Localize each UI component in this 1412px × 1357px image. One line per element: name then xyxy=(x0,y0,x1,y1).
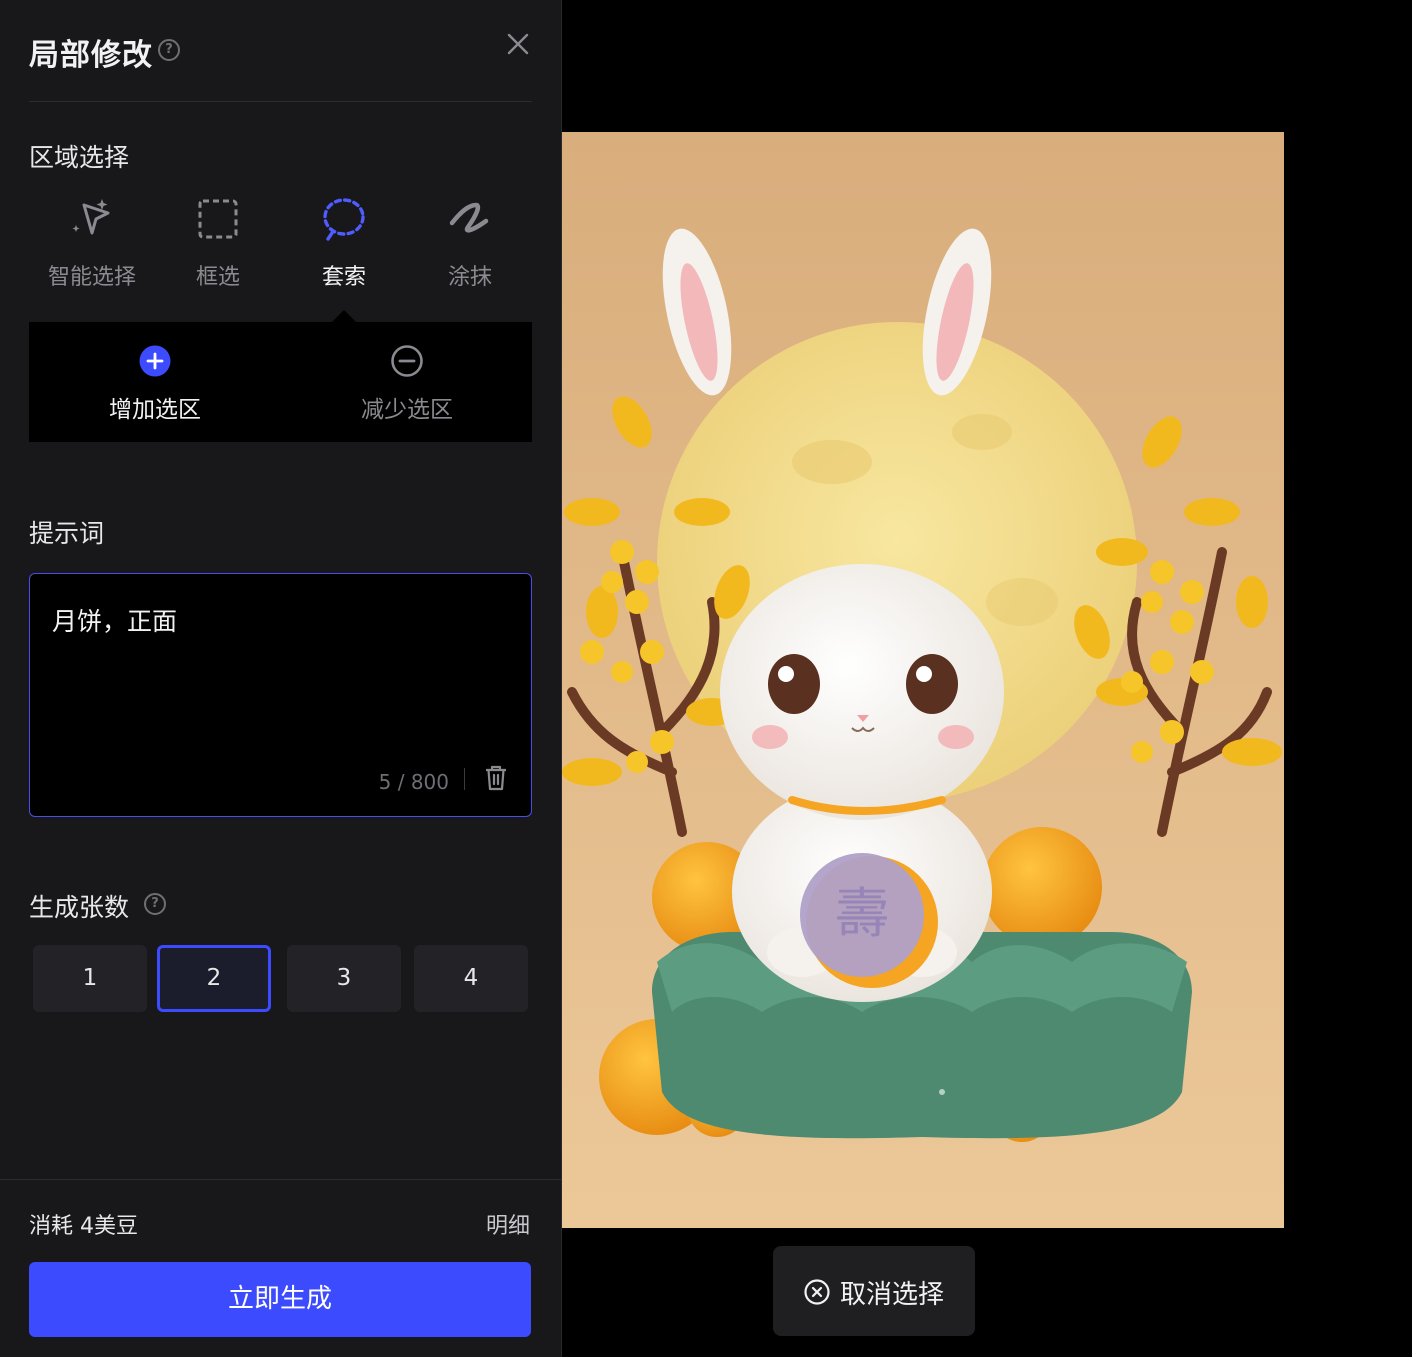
minus-circle-icon xyxy=(391,345,423,377)
box-select-icon xyxy=(198,199,238,239)
tool-brush[interactable]: 涂抹 xyxy=(407,195,533,295)
selection-tools: 智能选择 框选 套索 涂抹 xyxy=(29,195,532,305)
count-option-2[interactable]: 2 xyxy=(157,945,271,1012)
region-select-label: 区域选择 xyxy=(29,143,130,172)
reduce-selection-label: 减少选区 xyxy=(361,397,453,423)
count-options: 1 2 3 4 xyxy=(33,945,529,1012)
prompt-label: 提示词 xyxy=(29,519,105,548)
canvas-area: 壽 取消选择 xyxy=(562,0,1412,1357)
tool-lasso[interactable]: 套索 xyxy=(281,195,407,295)
cost-text: 消耗 4美豆 xyxy=(29,1214,138,1239)
side-panel: 局部修改 ? 区域选择 智能选择 框选 套索 涂抹 增加选区 减少选区 提示词 … xyxy=(0,0,562,1357)
help-icon[interactable]: ? xyxy=(158,39,180,61)
rabbit-moon-illustration: 壽 xyxy=(562,132,1284,1228)
tool-label: 智能选择 xyxy=(47,265,136,290)
prompt-textarea[interactable]: 月饼，正面 5 / 800 xyxy=(29,573,532,817)
tool-label: 套索 xyxy=(321,265,366,290)
tool-label: 涂抹 xyxy=(447,265,492,290)
tool-label: 框选 xyxy=(195,265,240,290)
cancel-selection-button[interactable]: 取消选择 xyxy=(773,1246,975,1336)
char-counter: 5 / 800 xyxy=(378,770,449,794)
cancel-selection-label: 取消选择 xyxy=(840,1280,945,1310)
smart-select-icon xyxy=(72,199,110,235)
reduce-selection-button[interactable]: 减少选区 xyxy=(281,322,533,442)
count-option-3[interactable]: 3 xyxy=(287,945,401,1012)
add-selection-label: 增加选区 xyxy=(109,397,201,423)
edit-image[interactable]: 壽 xyxy=(562,132,1284,1228)
brush-icon xyxy=(449,202,489,233)
mooncake-glyph: 壽 xyxy=(835,882,889,945)
generate-button[interactable]: 立即生成 xyxy=(29,1262,531,1337)
active-tool-pointer xyxy=(332,310,356,322)
close-icon[interactable] xyxy=(506,32,530,56)
help-icon[interactable]: ? xyxy=(144,893,166,915)
tool-smart-select[interactable]: 智能选择 xyxy=(29,195,155,295)
counter-divider xyxy=(464,768,465,790)
count-option-1[interactable]: 1 xyxy=(33,945,147,1012)
count-label: 生成张数 xyxy=(29,893,130,922)
tool-box-select[interactable]: 框选 xyxy=(155,195,281,295)
footer-divider xyxy=(0,1179,562,1180)
close-circle-icon xyxy=(804,1279,830,1305)
lasso-icon xyxy=(323,198,365,241)
add-selection-button[interactable]: 增加选区 xyxy=(29,322,281,442)
selection-mode-box: 增加选区 减少选区 xyxy=(29,322,532,442)
plus-circle-icon xyxy=(139,345,171,377)
panel-title: 局部修改 xyxy=(29,38,153,73)
detail-link[interactable]: 明细 xyxy=(486,1208,530,1240)
panel-header: 局部修改 ? xyxy=(29,28,532,102)
trash-icon[interactable] xyxy=(483,764,509,792)
count-option-4[interactable]: 4 xyxy=(414,945,528,1012)
prompt-value[interactable]: 月饼，正面 xyxy=(52,602,177,638)
